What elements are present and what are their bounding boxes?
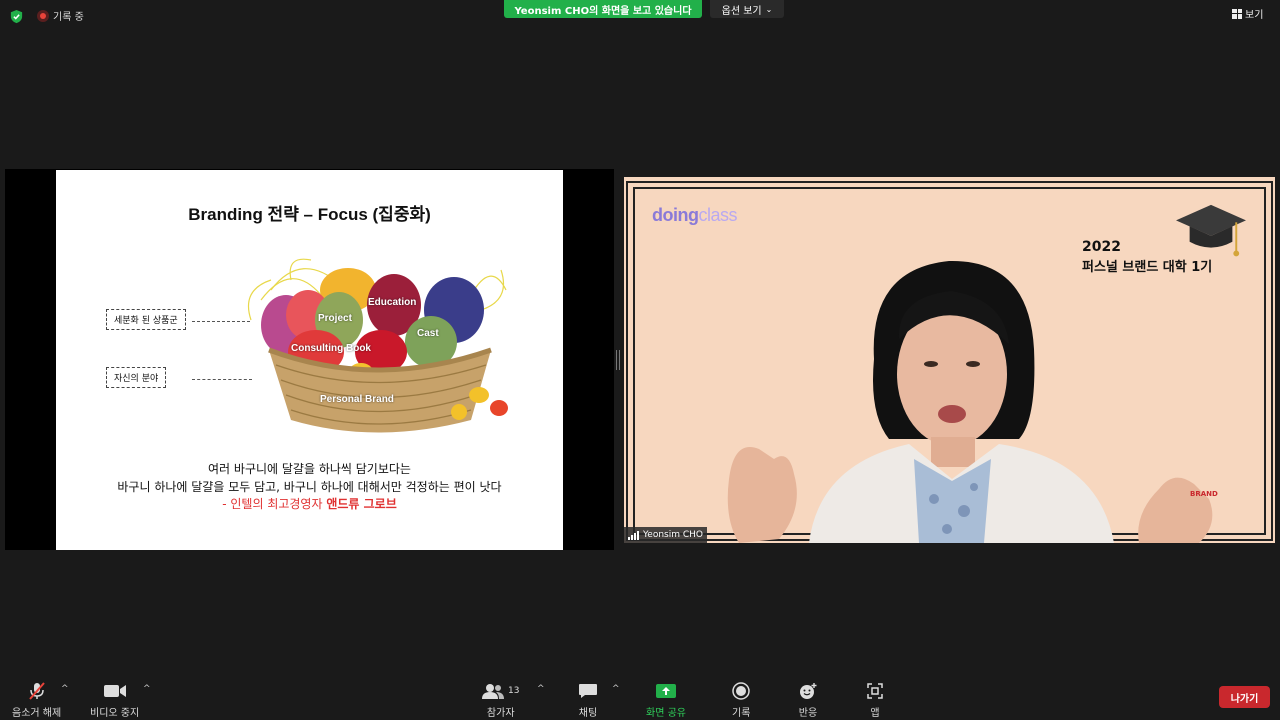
leave-label: 나가기 (1230, 693, 1259, 705)
quote-attribution: - 인텔의 최고경영자 앤드류 그로브 (56, 495, 563, 512)
security-shield-icon[interactable] (9, 9, 24, 24)
reactions-button[interactable]: 반응 (798, 682, 818, 719)
own-field-label: 자신의 분야 (114, 374, 159, 384)
own-field-box: 자신의 분야 (106, 367, 167, 388)
apps-icon (866, 682, 884, 700)
segmented-products-box: 세분화 된 상품군 (106, 309, 186, 330)
speaker-video-tile[interactable]: doingclass 2022 퍼스널 브랜드 대학 1기 BRAND Yeon… (624, 177, 1275, 543)
quote-line-2: 바구니 하나에 달걀을 모두 담고, 바구니 하나에 대해서만 걱정하는 편이 … (117, 480, 502, 494)
egg-label-cast: Cast (417, 328, 439, 339)
record-label: 기록 (732, 708, 751, 719)
view-label: 보기 (1245, 10, 1264, 21)
egg-basket-illustration (247, 258, 508, 433)
view-layout-button[interactable]: 보기 (1232, 6, 1263, 21)
logo-sub: class (698, 205, 737, 225)
slide-title: Branding 전략 – Focus (집중화) (188, 205, 431, 224)
participants-count: 13 (508, 686, 520, 696)
share-screen-button[interactable]: 화면 공유 (646, 682, 686, 719)
doingclass-logo: doingclass (652, 205, 737, 226)
connector-line (192, 321, 250, 322)
chat-options-caret-icon[interactable]: ^ (612, 684, 620, 694)
egg-label-personal-brand: Personal Brand (320, 394, 394, 405)
participants-icon: 13 (482, 682, 519, 700)
reactions-label: 반응 (798, 708, 818, 719)
participant-name: Yeonsim CHO (643, 530, 704, 540)
audio-options-caret-icon[interactable]: ^ (61, 684, 69, 694)
view-options-button[interactable]: 옵션 보기 ⌄ (710, 0, 784, 18)
participants-label: 참가자 (486, 708, 515, 719)
video-camera-icon (103, 682, 126, 700)
quote-line-1: 여러 바구니에 달걀을 하나씩 담기보다는 (208, 462, 411, 476)
leave-meeting-button[interactable]: 나가기 (1219, 686, 1270, 708)
recording-indicator[interactable]: 기록 중 (37, 8, 84, 23)
split-view-drag-handle[interactable] (616, 350, 620, 370)
recording-label: 기록 중 (53, 12, 84, 23)
signal-strength-icon (628, 530, 639, 540)
record-icon (732, 682, 750, 700)
egg-label-education: Education (368, 297, 417, 308)
unmute-button[interactable]: 음소거 해제 (12, 682, 61, 719)
microphone-muted-icon (27, 682, 47, 700)
egg-label-project: Project (318, 313, 352, 324)
chat-button[interactable]: 채팅 (578, 682, 598, 719)
participants-options-caret-icon[interactable]: ^ (537, 684, 545, 694)
connector-line (192, 379, 252, 380)
stop-video-label: 비디오 중지 (90, 708, 140, 719)
speaker-video-feed (727, 260, 1213, 543)
brand-watermark: BRAND (1190, 490, 1218, 498)
presentation-slide: Branding 전략 – Focus (집중화) Project Educat… (56, 170, 563, 550)
video-options-caret-icon[interactable]: ^ (143, 684, 151, 694)
quote-attribution-name: 앤드류 그로브 (326, 497, 397, 511)
participant-name-tag: Yeonsim CHO (624, 527, 708, 543)
chat-label: 채팅 (578, 708, 598, 719)
record-dot-icon (37, 9, 49, 22)
chat-bubble-icon (578, 682, 598, 700)
share-screen-label: 화면 공유 (646, 708, 686, 719)
record-button[interactable]: 기록 (732, 682, 750, 719)
apps-label: 앱 (870, 708, 880, 719)
grid-view-icon (1232, 8, 1242, 19)
share-banner-text: Yeonsim CHO의 화면을 보고 있습니다 (514, 5, 692, 17)
logo-main: doing (652, 205, 699, 225)
egg-label-consulting-book: Consulting Book (291, 343, 371, 354)
screen-share-banner: Yeonsim CHO의 화면을 보고 있습니다 (504, 0, 702, 18)
emoji-reaction-icon (798, 682, 818, 700)
share-screen-icon (655, 682, 676, 700)
apps-button[interactable]: 앱 (866, 682, 884, 719)
participants-button[interactable]: 13 참가자 (482, 682, 519, 719)
unmute-label: 음소거 해제 (12, 708, 62, 719)
quote-attribution-prefix: - 인텔의 최고경영자 (222, 497, 327, 511)
segmented-products-label: 세분화 된 상품군 (114, 316, 178, 326)
chevron-down-icon: ⌄ (765, 4, 773, 14)
stop-video-button[interactable]: 비디오 중지 (90, 682, 139, 719)
options-label: 옵션 보기 (721, 5, 762, 17)
